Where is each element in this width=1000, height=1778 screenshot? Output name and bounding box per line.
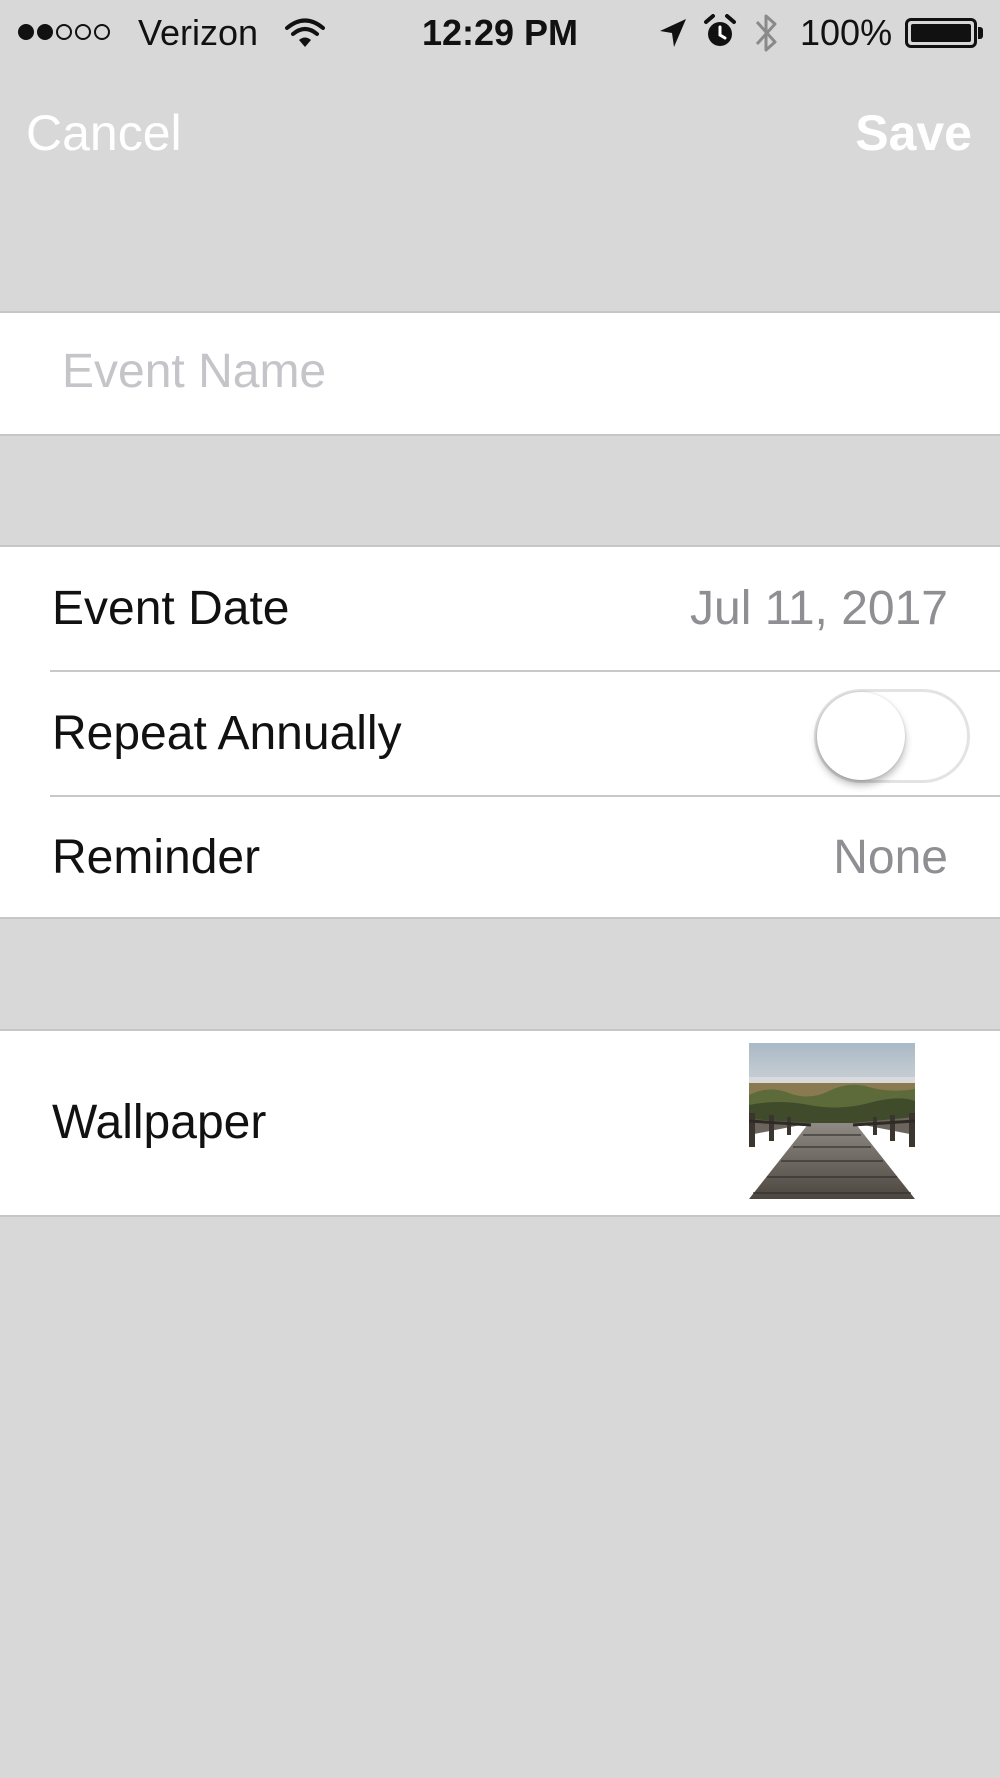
event-details-group: Event Date Jul 11, 2017 Repeat Annually … xyxy=(0,545,1000,919)
event-date-row[interactable]: Event Date Jul 11, 2017 xyxy=(0,547,1000,670)
wallpaper-group: Wallpaper xyxy=(0,1029,1000,1217)
save-button[interactable]: Save xyxy=(855,104,972,162)
status-bar: Verizon 12:29 PM 100% xyxy=(0,0,1000,64)
wallpaper-thumbnail[interactable] xyxy=(749,1043,915,1199)
battery-percent: 100% xyxy=(800,12,893,53)
reminder-label: Reminder xyxy=(52,831,261,884)
reminder-row[interactable]: Reminder None xyxy=(0,797,1000,919)
wallpaper-label: Wallpaper xyxy=(52,1096,267,1149)
location-arrow-icon xyxy=(658,16,688,58)
repeat-annually-label: Repeat Annually xyxy=(52,707,402,760)
reminder-value: None xyxy=(833,831,948,884)
bluetooth-icon xyxy=(753,10,779,65)
repeat-annually-toggle[interactable] xyxy=(814,689,970,783)
event-date-label: Event Date xyxy=(52,582,290,635)
battery-tip xyxy=(978,27,983,39)
battery-fill xyxy=(911,24,971,42)
wallpaper-row[interactable]: Wallpaper xyxy=(0,1031,1000,1215)
toggle-knob xyxy=(817,692,905,780)
alarm-clock-icon xyxy=(703,14,737,59)
event-name-group xyxy=(0,311,1000,436)
event-date-value: Jul 11, 2017 xyxy=(690,582,948,635)
battery-icon xyxy=(905,18,977,48)
repeat-annually-row: Repeat Annually xyxy=(0,672,1000,795)
cancel-button[interactable]: Cancel xyxy=(26,104,182,162)
event-name-input[interactable] xyxy=(62,339,942,403)
